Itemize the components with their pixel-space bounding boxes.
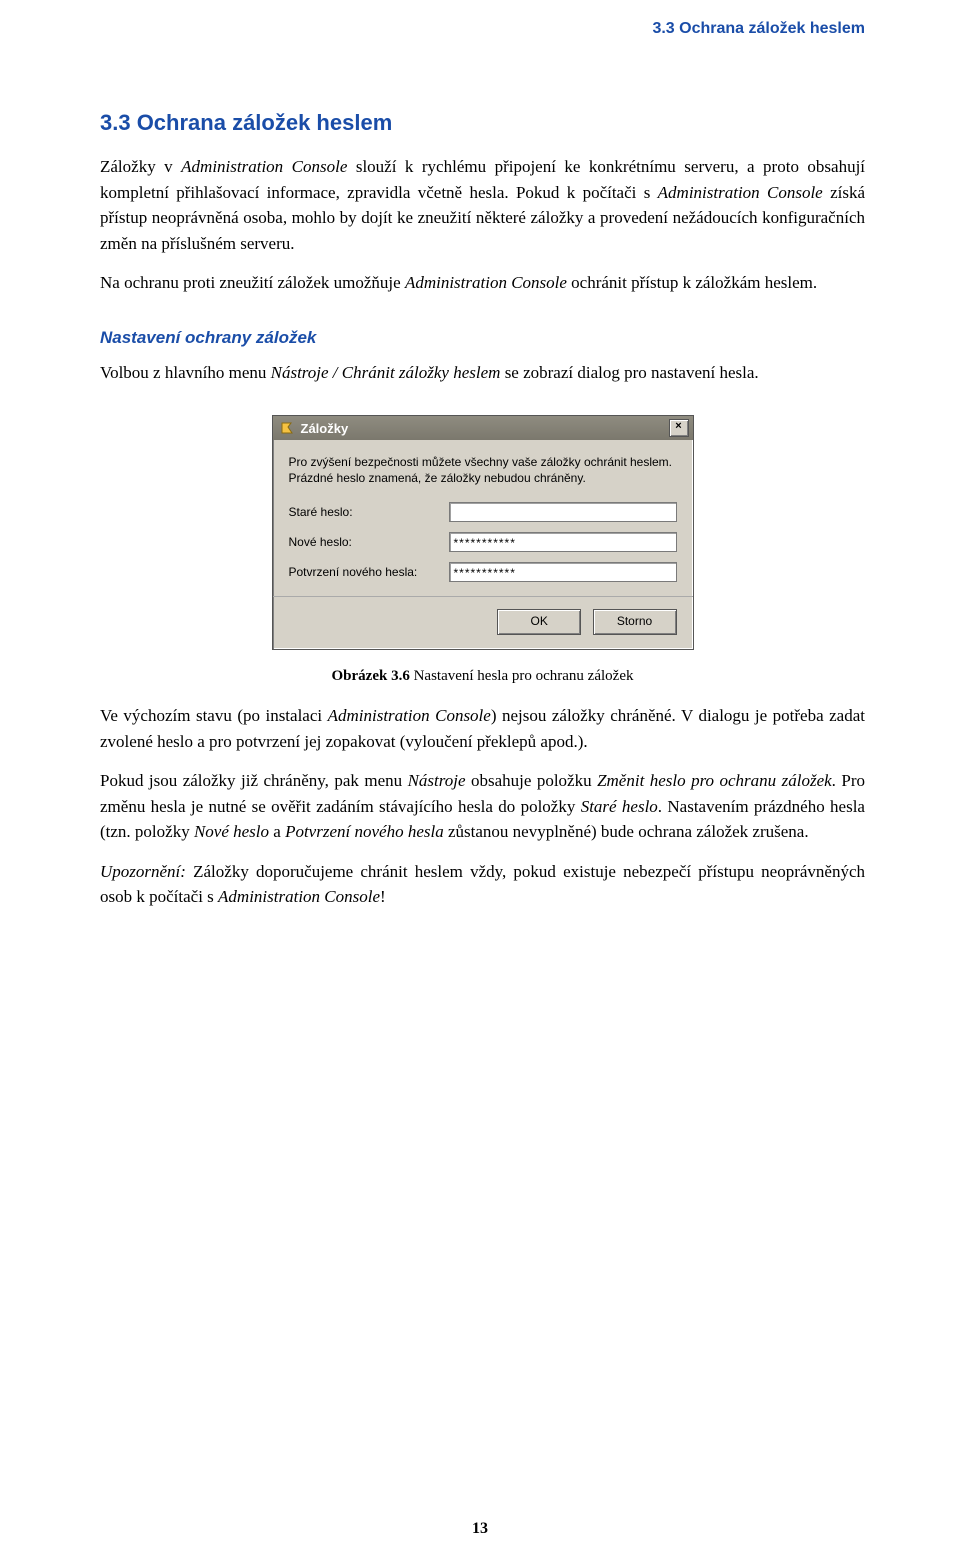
text: Ve výchozím stavu (po instalaci xyxy=(100,706,328,725)
figure: Záložky × Pro zvýšení bezpečnosti můžete… xyxy=(100,415,865,685)
input-old-password[interactable] xyxy=(449,502,677,522)
page-number: 13 xyxy=(0,1520,960,1538)
text: Volbou z hlavního menu xyxy=(100,363,271,382)
dialog-title: Záložky xyxy=(301,421,669,436)
text: Pokud jsou záložky již chráněny, pak men… xyxy=(100,771,408,790)
caption-label: Obrázek 3.6 xyxy=(332,668,410,684)
dialog-body: Pro zvýšení bezpečnosti můžete všechny v… xyxy=(273,440,693,596)
text: Záložky v xyxy=(100,157,181,176)
text-italic: Administration Console xyxy=(658,183,823,202)
dialog-titlebar: Záložky × xyxy=(273,416,693,440)
form-row-new-password: Nové heslo: *********** xyxy=(289,532,677,552)
dialog-bookmarks: Záložky × Pro zvýšení bezpečnosti můžete… xyxy=(272,415,694,650)
page: 3.3 Ochrana záložek heslem 3.3 Ochrana z… xyxy=(0,0,960,1568)
caption-text: Nastavení hesla pro ochranu záložek xyxy=(410,668,634,684)
running-header: 3.3 Ochrana záložek heslem xyxy=(100,20,865,38)
bookmark-icon xyxy=(279,420,295,436)
text-italic: Nástroje / Chránit záložky heslem xyxy=(271,363,501,382)
text-italic: Potvrzení nového hesla xyxy=(285,822,444,841)
paragraph-6: Upozornění: Záložky doporučujeme chránit… xyxy=(100,859,865,910)
text-italic: Administration Console xyxy=(405,273,567,292)
text-italic: Nové heslo xyxy=(194,822,269,841)
input-new-password[interactable]: *********** xyxy=(449,532,677,552)
form-row-old-password: Staré heslo: xyxy=(289,502,677,522)
text: a xyxy=(269,822,285,841)
text-italic: Administration Console xyxy=(181,157,347,176)
input-confirm-password[interactable]: *********** xyxy=(449,562,677,582)
close-icon: × xyxy=(675,420,681,432)
text: ! xyxy=(380,887,386,906)
section-heading: 3.3 Ochrana záložek heslem xyxy=(100,110,865,136)
dialog-footer: OK Storno xyxy=(273,596,693,649)
text: Na ochranu proti zneužití záložek umožňu… xyxy=(100,273,405,292)
label-old-password: Staré heslo: xyxy=(289,505,449,519)
label-confirm-password: Potvrzení nového hesla: xyxy=(289,565,449,579)
text: zůstanou nevyplněné) bude ochrana zálože… xyxy=(444,822,809,841)
subheading: Nastavení ochrany záložek xyxy=(100,328,865,348)
paragraph-3: Volbou z hlavního menu Nástroje / Chráni… xyxy=(100,360,865,386)
close-button[interactable]: × xyxy=(669,419,689,437)
figure-caption: Obrázek 3.6 Nastavení hesla pro ochranu … xyxy=(100,668,865,685)
text: Záložky doporučujeme chránit heslem vždy… xyxy=(100,862,865,907)
text-italic: Změnit heslo pro ochranu záložek xyxy=(597,771,832,790)
text-italic: Nástroje xyxy=(408,771,466,790)
text-italic: Administration Console xyxy=(328,706,491,725)
form-row-confirm-password: Potvrzení nového hesla: *********** xyxy=(289,562,677,582)
dialog-message: Pro zvýšení bezpečnosti můžete všechny v… xyxy=(289,454,677,486)
paragraph-4: Ve výchozím stavu (po instalaci Administ… xyxy=(100,703,865,754)
text-italic: Staré heslo xyxy=(581,797,658,816)
text-italic: Upozornění: xyxy=(100,862,186,881)
cancel-button[interactable]: Storno xyxy=(593,609,677,635)
text: obsahuje položku xyxy=(466,771,598,790)
ok-button[interactable]: OK xyxy=(497,609,581,635)
text-italic: Administration Console xyxy=(218,887,380,906)
text: ochránit přístup k záložkám heslem. xyxy=(567,273,817,292)
label-new-password: Nové heslo: xyxy=(289,535,449,549)
text: se zobrazí dialog pro nastavení hesla. xyxy=(500,363,758,382)
paragraph-1: Záložky v Administration Console slouží … xyxy=(100,154,865,256)
paragraph-2: Na ochranu proti zneužití záložek umožňu… xyxy=(100,270,865,296)
paragraph-5: Pokud jsou záložky již chráněny, pak men… xyxy=(100,768,865,845)
